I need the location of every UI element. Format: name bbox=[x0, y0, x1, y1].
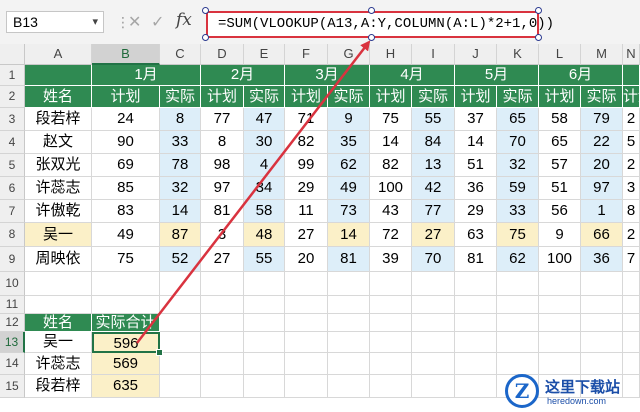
watermark-logo: Z 这里下载站 heredown.com bbox=[505, 372, 640, 412]
selection-handle[interactable] bbox=[535, 34, 542, 41]
selection-handle[interactable] bbox=[202, 7, 209, 14]
selection-handle[interactable] bbox=[368, 7, 375, 14]
annotation-overlay bbox=[136, 40, 371, 344]
selection-handle[interactable] bbox=[535, 7, 542, 14]
selection-handle[interactable] bbox=[202, 34, 209, 41]
watermark-badge: Z bbox=[505, 374, 539, 408]
annotation-arrow bbox=[136, 40, 371, 344]
watermark-title: 这里下载站 bbox=[545, 379, 621, 396]
selection-handle[interactable] bbox=[368, 34, 375, 41]
watermark-url: heredown.com bbox=[547, 396, 607, 406]
